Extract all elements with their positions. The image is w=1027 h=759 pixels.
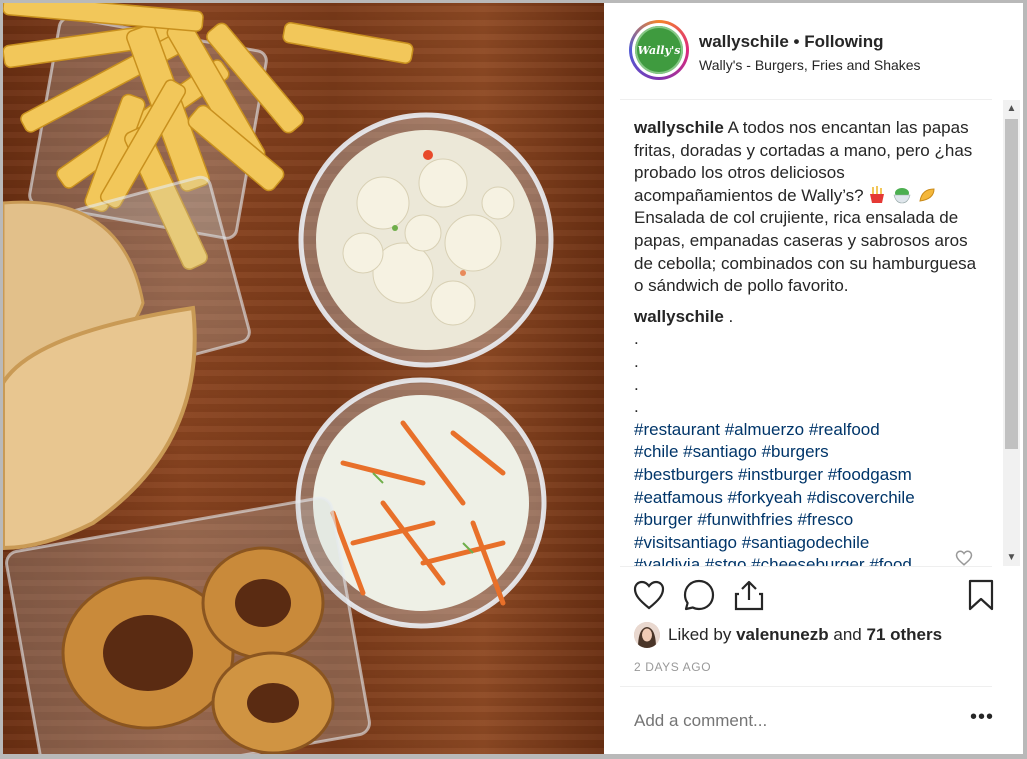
location-link[interactable]: Wally's - Burgers, Fries and Shakes bbox=[699, 57, 921, 73]
heart-icon[interactable] bbox=[632, 578, 666, 612]
caption-text-2: Ensalada de col crujiente, rica ensalada… bbox=[634, 208, 977, 296]
wallys-logo: Wally's bbox=[635, 26, 683, 74]
likes-text: Liked by valenunezb and 71 others bbox=[668, 625, 943, 644]
hashtag-line[interactable]: #bestburgers #instburger #foodgasm bbox=[634, 464, 984, 487]
hashtag-line[interactable]: #eatfamous #forkyeah #discoverchile bbox=[634, 487, 984, 510]
divider bbox=[620, 566, 992, 567]
comment-icon[interactable] bbox=[682, 578, 716, 612]
caption-comment: wallyschile A todos nos encantan las pap… bbox=[634, 117, 984, 566]
username-link[interactable]: wallyschile bbox=[699, 32, 789, 51]
potato-salad-bowl bbox=[298, 112, 554, 368]
likes-others-link[interactable]: 71 others bbox=[867, 625, 943, 644]
salad-emoji-icon bbox=[893, 187, 911, 204]
following-button[interactable]: Following bbox=[804, 32, 883, 51]
fries-emoji-icon bbox=[870, 185, 885, 203]
dot-line: . bbox=[634, 329, 639, 349]
header-username-row: wallyschile • Following bbox=[699, 32, 884, 52]
post-timestamp[interactable]: 2 DAYS AGO bbox=[634, 660, 711, 674]
hashtag-line[interactable]: #burger #funwithfries #fresco bbox=[634, 509, 984, 532]
avatar[interactable]: Wally's bbox=[629, 20, 689, 80]
second-comment-text: . bbox=[728, 306, 734, 326]
divider bbox=[620, 686, 992, 687]
empanadas bbox=[3, 175, 251, 551]
caption-author[interactable]: wallyschile bbox=[634, 118, 724, 137]
liker-avatar[interactable] bbox=[634, 622, 660, 648]
hashtag-line[interactable]: #valdivia #stgo #cheeseburger #food bbox=[634, 554, 984, 566]
separator-dot: • bbox=[793, 32, 800, 51]
dot-line: . bbox=[634, 397, 639, 417]
hashtag-line[interactable]: #visitsantiago #santiagodechile bbox=[634, 532, 984, 555]
add-comment-input[interactable] bbox=[634, 711, 934, 731]
taco-emoji-icon bbox=[919, 188, 935, 202]
hashtag-line[interactable]: #chile #santiago #burgers bbox=[634, 441, 984, 464]
second-comment: wallyschile . bbox=[634, 306, 984, 329]
dot-line: . bbox=[634, 351, 639, 371]
hashtag-line[interactable]: #restaurant #almuerzo #realfood bbox=[634, 419, 984, 442]
post-header: Wally's wallyschile • Following Wally's … bbox=[604, 3, 1023, 99]
scroll-down-arrow-icon[interactable]: ▼ bbox=[1003, 549, 1020, 566]
scroll-thumb[interactable] bbox=[1005, 119, 1018, 449]
comments-scrollbar[interactable]: ▲ ▼ bbox=[1003, 100, 1020, 566]
post-details-panel: Wally's wallyschile • Following Wally's … bbox=[604, 3, 1023, 754]
comments-scroll-area[interactable]: wallyschile A todos nos encantan las pap… bbox=[604, 100, 1023, 566]
window-frame: Wally's wallyschile • Following Wally's … bbox=[0, 0, 1027, 759]
dot-lines: . . . . bbox=[634, 328, 984, 418]
second-comment-author[interactable]: wallyschile bbox=[634, 307, 724, 326]
more-options-icon[interactable]: ••• bbox=[967, 705, 997, 729]
bookmark-icon[interactable] bbox=[964, 578, 998, 612]
action-bar bbox=[604, 568, 1023, 628]
liker-username[interactable]: valenunezb bbox=[736, 625, 829, 644]
food-illustration bbox=[3, 3, 554, 754]
post-photo[interactable] bbox=[3, 3, 604, 754]
hashtag-list: #restaurant #almuerzo #realfood #chile #… bbox=[634, 419, 984, 566]
comment-like-heart-icon[interactable] bbox=[955, 549, 973, 566]
dot-line: . bbox=[634, 374, 639, 394]
share-icon[interactable] bbox=[732, 578, 766, 612]
scroll-up-arrow-icon[interactable]: ▲ bbox=[1003, 100, 1020, 117]
